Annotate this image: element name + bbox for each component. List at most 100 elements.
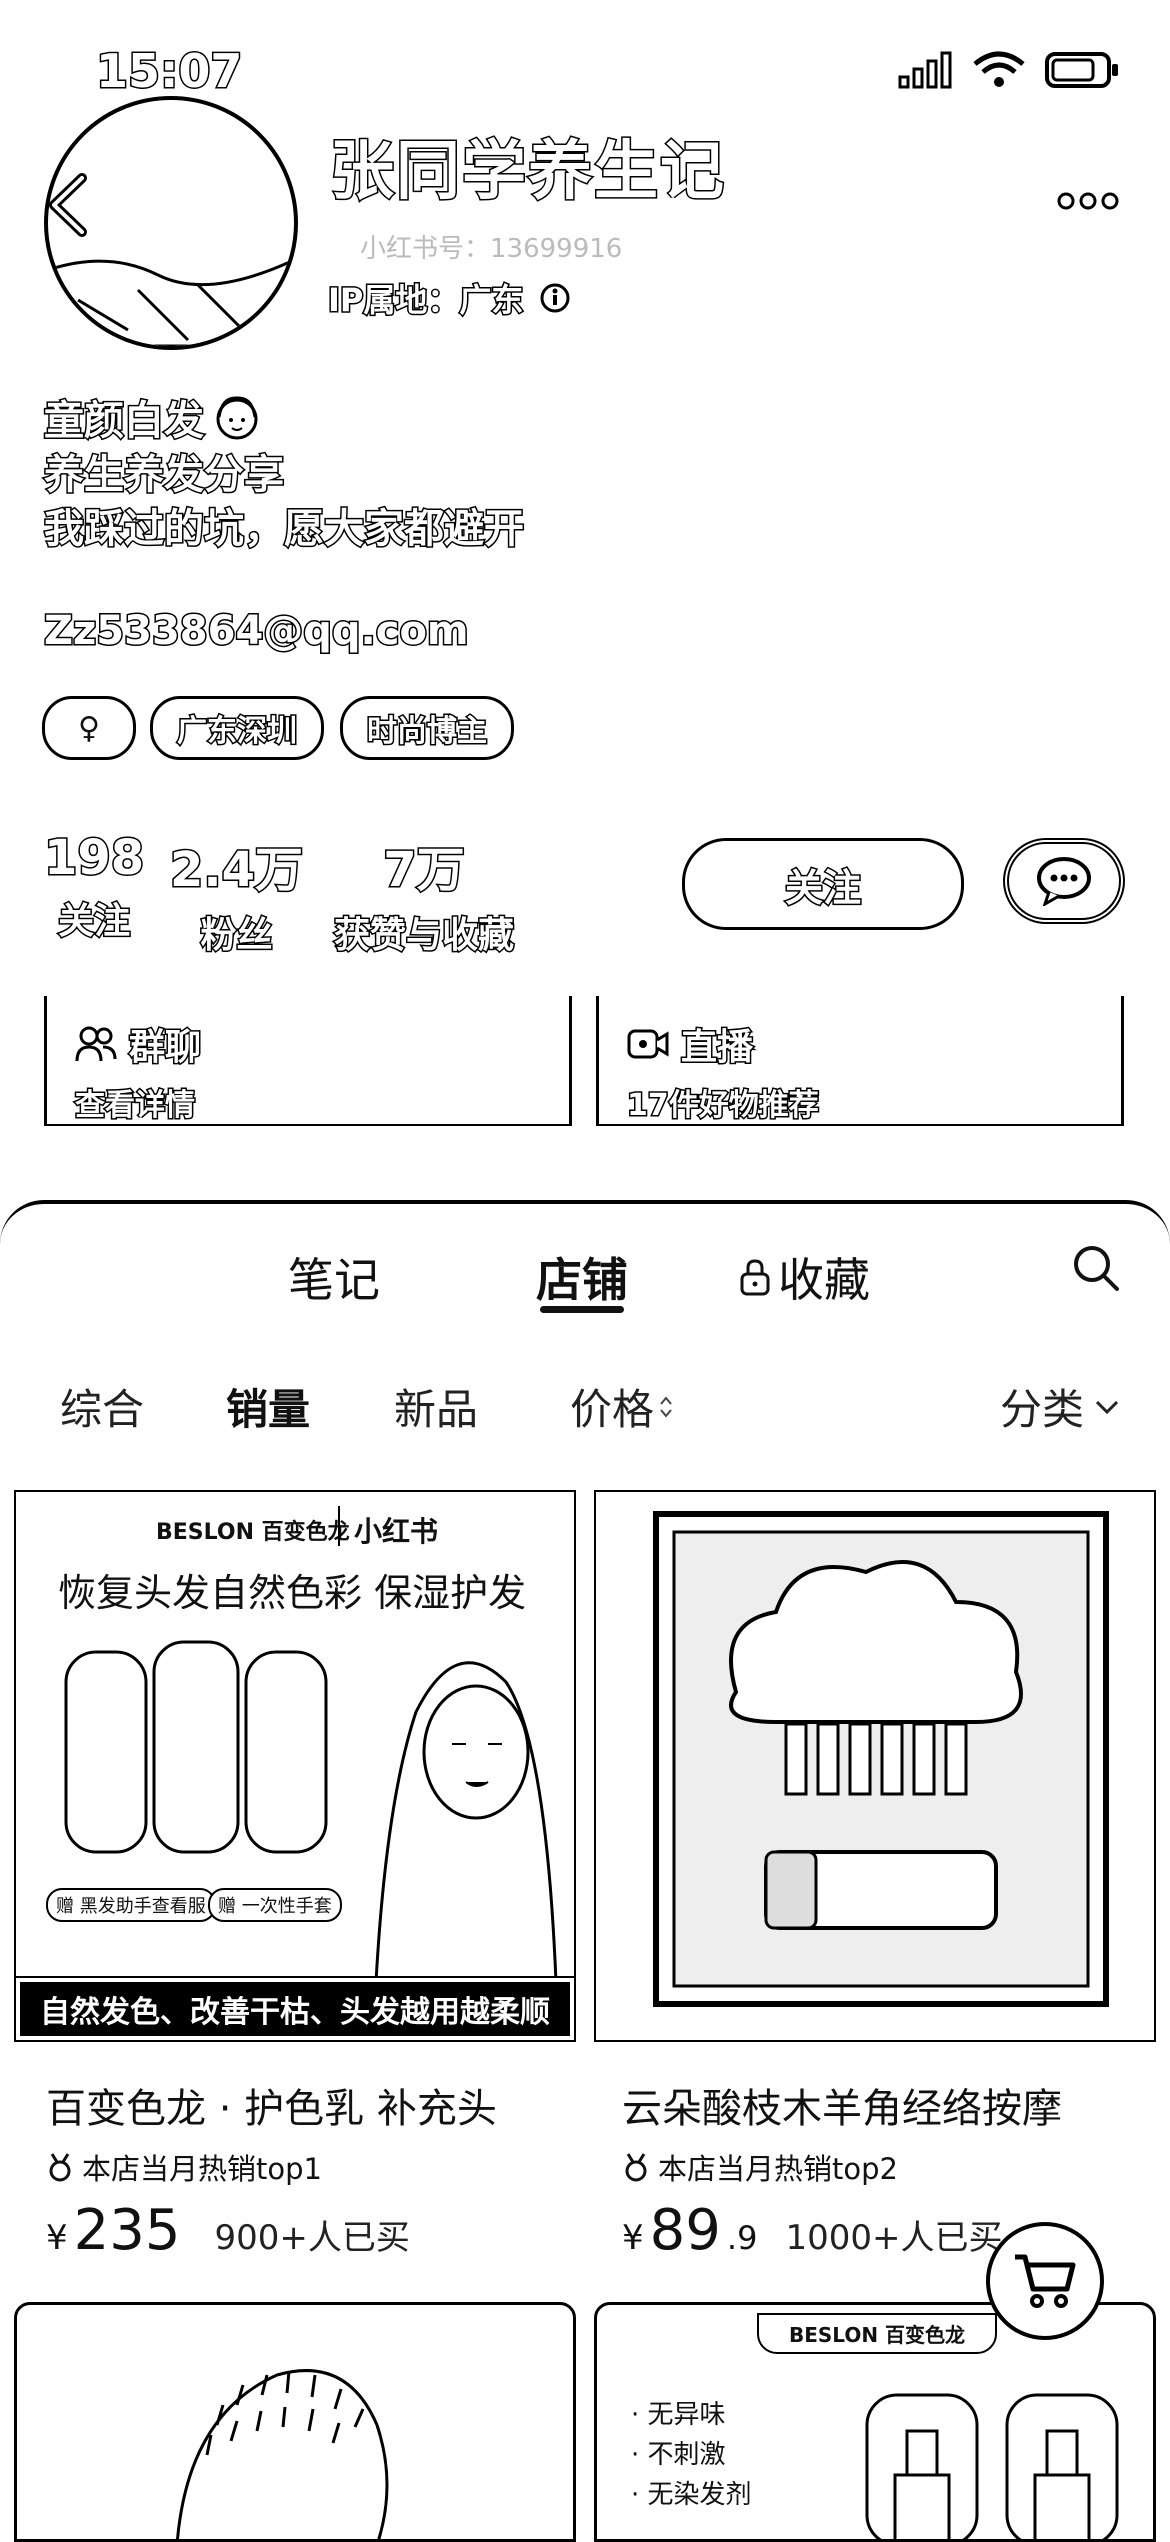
product-2-currency: ¥ [622,2218,644,2258]
product-3-photo [176,2369,389,2539]
ip-location[interactable]: IP属地：广东 [326,275,571,321]
status-time: 15:07 [94,43,243,100]
product-1-gift-1: 赠 黑发助手查看服 [46,1888,216,1922]
email: Zz533864@qq.com [43,607,471,656]
stat-following[interactable]: 198 关注 [42,829,145,944]
product-2-badge-text: 本店当月热销top2 [658,2152,898,2186]
more-button[interactable] [1056,190,1120,212]
girl-face-icon [212,392,262,442]
tab-notes[interactable]: 笔记 [288,1244,380,1310]
follow-button[interactable]: 关注 [682,838,964,930]
sort-category[interactable]: 分类 [1000,1376,1120,1437]
stat-likes[interactable]: 7万 获赞与收藏 [332,830,515,958]
sort-price[interactable]: 价格 [570,1376,674,1437]
product-2-price-dec: .9 [726,2219,758,2257]
product-1-brand: BESLON 百变色龙 [156,1520,350,1545]
back-button[interactable] [38,170,98,240]
product-image-3[interactable] [14,2302,576,2542]
product-4-brand: BESLON 百变色龙 [757,2313,998,2354]
sort-comprehensive[interactable]: 综合 [60,1376,144,1437]
bio-line-1: 童颜白发 [43,388,262,446]
stat-likes-value: 7万 [382,841,466,900]
product-1-gift-2: 赠 一次性手套 [208,1888,342,1922]
medal-icon [622,2152,650,2182]
product-2-price: ¥ 89 .9 1000+人已买 [622,2198,1002,2263]
bio-line-2: 养生养发分享 [43,451,286,500]
signal-icon [898,51,954,89]
gender-tag: ♀ [42,696,136,760]
product-1-divider [338,1506,340,1546]
product-4-bullet-3: · 无染发剂 [631,2480,752,2510]
more-dots-icon [1056,190,1120,212]
product-1-badge: 本店当月热销top1 [46,2146,322,2188]
search-icon [1070,1242,1122,1294]
stat-following-value: 198 [42,829,145,888]
stat-likes-label: 获赞与收藏 [332,914,515,958]
product-4-bullets: · 无异味 · 不刺激 · 无染发剂 [631,2395,752,2515]
product-image-1[interactable]: BESLON 百变色龙 小红书 恢复头发自然色彩 保湿护发 赠 黑发助手查看服 … [14,1490,576,2042]
live-card[interactable]: 直播 17件好物推荐 [596,996,1124,1126]
product-4-bullet-2: · 不刺激 [631,2440,726,2470]
product-image-4[interactable]: BESLON 百变色龙 · 无异味 · 不刺激 · 无染发剂 [594,2302,1156,2542]
live-title: 直播 [679,1026,754,1070]
group-chat-subtitle: 查看详情 [74,1087,197,1125]
stat-following-label: 关注 [57,900,132,944]
sort-new[interactable]: 新品 [394,1376,478,1437]
live-video-icon [627,1026,669,1062]
product-1-title[interactable]: 百变色龙 · 护色乳 补充头 [46,2076,497,2134]
bio-text-1: 童颜白发 [43,397,206,446]
product-1-photo [64,1640,558,1982]
product-1-banner-text: 自然发色、改善干枯、头发越用越柔顺 [40,1995,550,2030]
status-icons [898,50,1120,90]
category-tag: 时尚博主 [340,696,514,760]
live-subtitle: 17件好物推荐 [626,1087,821,1125]
info-icon [539,282,571,314]
product-1-sold: 900+人已买 [214,2218,410,2258]
product-2-price-int: 89 [649,2198,721,2263]
sort-sales[interactable]: 销量 [226,1376,310,1437]
chat-bubble-icon [1035,856,1093,906]
stat-followers-label: 粉丝 [199,914,274,958]
lock-icon [738,1257,772,1297]
product-1-price-int: 235 [73,2198,181,2263]
product-2-photo [653,1511,1109,2007]
shopping-cart-icon [1011,2249,1079,2313]
product-1-banner: 自然发色、改善干枯、头发越用越柔顺 [16,1976,574,2040]
account-id[interactable]: 小红书号：13699916 [360,228,622,265]
stat-followers-value: 2.4万 [168,841,304,900]
medal-icon [46,2152,74,2182]
bio-line-3: 我踩过的坑，愿大家都避开 [43,505,526,554]
product-4-bottles [865,2393,1119,2539]
nickname: 张同学养生记 [329,134,726,211]
cart-button[interactable] [986,2222,1104,2340]
message-button[interactable] [1003,838,1125,924]
tab-favorites-label: 收藏 [778,1253,870,1307]
sort-category-label: 分类 [1000,1385,1085,1434]
group-chat-card[interactable]: 群聊 查看详情 [44,996,572,1126]
product-2-sold: 1000+人已买 [785,2218,1003,2258]
tab-store[interactable]: 店铺 [536,1244,628,1310]
product-1-headline: 恢复头发自然色彩 保湿护发 [58,1571,527,1615]
female-icon: ♀ [78,710,100,746]
ip-location-text: IP属地：广东 [326,280,524,321]
group-chat-title: 群聊 [127,1026,202,1070]
product-1-currency: ¥ [46,2218,68,2258]
battery-icon [1044,50,1120,90]
product-2-title[interactable]: 云朵酸枝木羊角经络按摩 [622,2076,1062,2134]
product-1-platform: 小红书 [354,1515,439,1548]
product-4-bullet-1: · 无异味 [631,2400,726,2430]
search-button[interactable] [1070,1242,1122,1294]
back-arrow-icon [38,170,98,240]
location-tag: 广东深圳 [150,696,324,760]
product-1-badge-text: 本店当月热销top1 [82,2152,322,2186]
sort-price-label: 价格 [570,1385,655,1434]
tab-favorites[interactable]: 收藏 [738,1244,870,1310]
product-image-2[interactable] [594,1490,1156,2042]
wifi-icon [972,50,1026,90]
stat-followers[interactable]: 2.4万 粉丝 [168,830,304,958]
active-tab-indicator [540,1306,624,1313]
sort-updown-icon [658,1392,674,1422]
product-1-price: ¥ 235 900+人已买 [46,2198,410,2263]
chevron-down-icon [1094,1398,1120,1416]
product-2-badge: 本店当月热销top2 [622,2146,898,2188]
